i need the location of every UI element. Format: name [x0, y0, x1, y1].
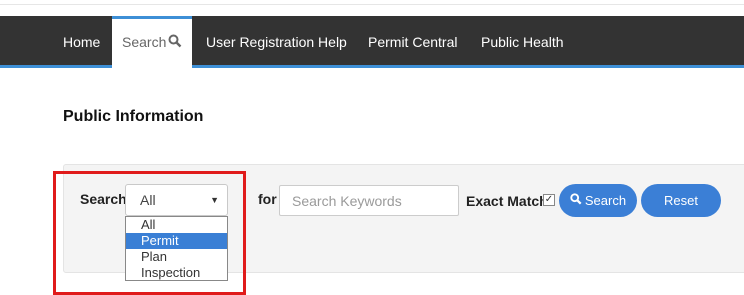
nav-item-home[interactable]: Home — [63, 16, 100, 68]
checkmark-icon: ✓ — [544, 194, 554, 205]
exact-match-checkbox[interactable]: ✓ — [543, 194, 555, 206]
search-keywords-input[interactable] — [279, 185, 459, 216]
nav-item-public-health[interactable]: Public Health — [481, 16, 564, 68]
main-navbar: Home Search User Registration Help Permi… — [0, 16, 744, 68]
top-divider — [0, 4, 744, 5]
reset-button-label: Reset — [664, 193, 698, 208]
nav-item-permit-central[interactable]: Permit Central — [368, 16, 457, 68]
search-icon — [570, 184, 582, 217]
nav-item-home-label: Home — [63, 34, 101, 50]
nav-item-permit-central-label: Permit Central — [368, 34, 458, 50]
highlight-annotation-box — [53, 171, 246, 295]
nav-item-user-registration-help[interactable]: User Registration Help — [206, 16, 347, 68]
nav-item-search[interactable]: Search — [112, 16, 193, 68]
search-button[interactable]: Search — [559, 184, 637, 217]
page-title: Public Information — [63, 108, 204, 125]
nav-item-user-registration-help-label: User Registration Help — [206, 34, 347, 50]
for-label: for — [258, 191, 277, 207]
search-icon — [168, 20, 182, 67]
search-button-label: Search — [584, 193, 627, 208]
nav-item-search-label: Search — [122, 34, 167, 50]
nav-item-public-health-label: Public Health — [481, 34, 564, 50]
exact-match-label: Exact Match — [466, 193, 548, 209]
reset-button[interactable]: Reset — [641, 184, 721, 217]
